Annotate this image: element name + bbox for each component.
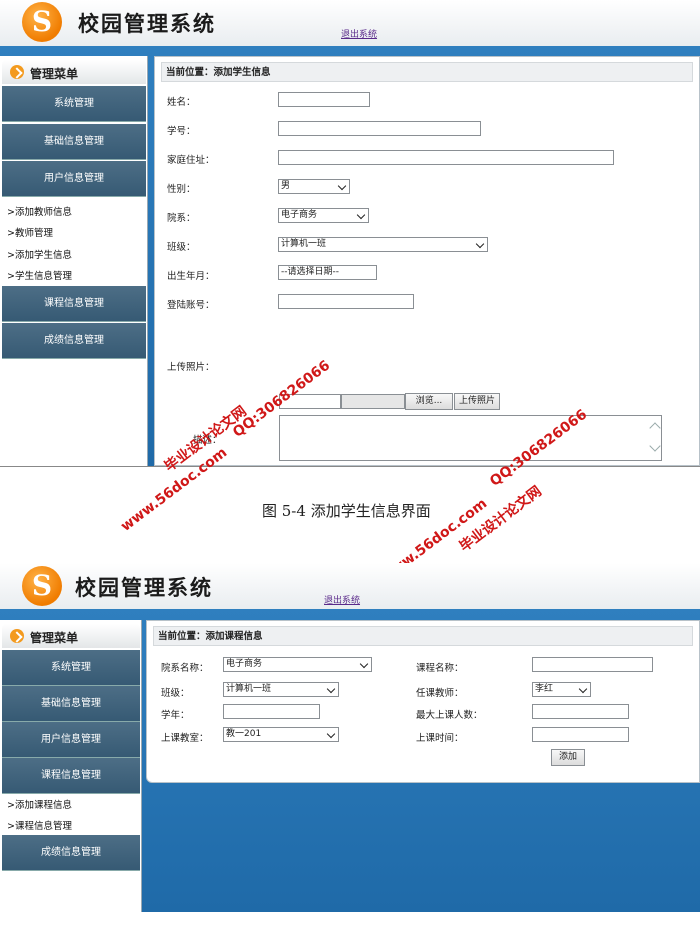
sublink-course-manage[interactable]: >课程信息管理 [7, 818, 72, 832]
sublink-add-teacher[interactable]: >添加教师信息 [7, 204, 72, 218]
teacher-label: 任课教师： [416, 688, 464, 699]
max-students-input[interactable] [532, 704, 629, 719]
sublink-teacher-manage[interactable]: >教师管理 [7, 225, 53, 239]
browse-button[interactable]: 浏览... [405, 393, 453, 410]
classroom-select[interactable]: 教一201 [223, 727, 339, 742]
classroom-label: 上课教室： [161, 733, 209, 744]
breadcrumb: 当前位置：添加课程信息 [153, 626, 693, 646]
department-label: 院系： [167, 213, 196, 224]
course-name-input[interactable] [532, 657, 653, 672]
logout-link[interactable]: 退出系统 [341, 27, 377, 40]
chevron-down-icon [337, 181, 347, 191]
menu-title: 管理菜单 [30, 67, 79, 81]
chevron-down-icon [359, 659, 369, 669]
nav-basic-info[interactable]: 基础信息管理 [2, 686, 140, 722]
birth-label: 出生年月： [167, 271, 215, 282]
file-path-track [341, 394, 405, 409]
department-value: 电子商务 [281, 210, 318, 220]
header-bar: S 校园管理系统 退出系统 [0, 563, 700, 609]
class-value: 计算机一班 [281, 239, 327, 249]
class-select[interactable]: 计算机一班 [278, 237, 488, 252]
add-button[interactable]: 添加 [551, 749, 585, 766]
upload-photo-button[interactable]: 上传照片 [454, 393, 500, 410]
nav-system[interactable]: 系统管理 [2, 650, 140, 686]
student-id-input[interactable] [278, 121, 481, 136]
nav-system[interactable]: 系统管理 [2, 86, 146, 122]
nav-score-info[interactable]: 成绩信息管理 [2, 835, 140, 871]
sublink-add-course[interactable]: >添加课程信息 [7, 797, 72, 811]
nav-score-info[interactable]: 成绩信息管理 [2, 323, 146, 359]
chevron-down-icon [356, 210, 366, 220]
app-logo-icon: S [22, 2, 62, 42]
description-textarea[interactable] [279, 415, 662, 461]
chevron-down-icon [326, 729, 336, 739]
scroll-up-icon[interactable] [649, 422, 661, 434]
scroll-down-icon[interactable] [649, 440, 661, 452]
department-label: 院系名称： [161, 663, 209, 674]
menu-header: 管理菜单 [2, 60, 146, 84]
logout-link[interactable]: 退出系统 [324, 593, 360, 606]
class-select[interactable]: 计算机一班 [223, 682, 339, 697]
screen-divider [0, 466, 700, 467]
figure-caption: 图 5-4 添加学生信息界面 [262, 502, 431, 520]
breadcrumb: 当前位置：添加学生信息 [161, 62, 693, 82]
chevron-down-icon [475, 239, 485, 249]
nav-user-info[interactable]: 用户信息管理 [2, 722, 140, 758]
class-time-label: 上课时间： [416, 733, 464, 744]
photo-label: 上传照片： [167, 362, 215, 373]
class-label: 班级： [167, 242, 196, 253]
gender-value: 男 [281, 181, 291, 191]
gender-select[interactable]: 男 [278, 179, 350, 194]
chevron-down-icon [326, 684, 336, 694]
school-year-label: 学年： [161, 710, 190, 721]
department-select[interactable]: 电子商务 [223, 657, 372, 672]
nav-course-info[interactable]: 课程信息管理 [2, 758, 140, 794]
app-logo-icon: S [22, 566, 62, 606]
nav-basic-info[interactable]: 基础信息管理 [2, 124, 146, 160]
name-label: 姓名： [167, 97, 196, 108]
school-year-input[interactable] [223, 704, 320, 719]
department-value: 电子商务 [226, 659, 263, 669]
account-label: 登陆账号： [167, 300, 215, 311]
teacher-select[interactable]: 李红 [532, 682, 591, 697]
gender-label: 性别： [167, 184, 196, 195]
app-title: 校园管理系统 [78, 12, 216, 36]
arrow-right-icon [10, 629, 24, 643]
sidebar: 管理菜单 系统管理 基础信息管理 用户信息管理 课程信息管理 >添加课程信息 >… [0, 620, 142, 912]
arrow-right-icon [10, 65, 24, 79]
address-label: 家庭住址： [167, 155, 215, 166]
nav-course-info[interactable]: 课程信息管理 [2, 286, 146, 322]
department-select[interactable]: 电子商务 [278, 208, 369, 223]
header-bar: S 校园管理系统 退出系统 [0, 0, 700, 46]
menu-title: 管理菜单 [30, 631, 79, 645]
sublink-student-manage[interactable]: >学生信息管理 [7, 268, 72, 282]
address-input[interactable] [278, 150, 614, 165]
add-course-form: 当前位置：添加课程信息 院系名称： 电子商务 课程名称： 班级： 计算机一班 任… [146, 620, 700, 783]
class-label: 班级： [161, 688, 190, 699]
class-time-input[interactable] [532, 727, 629, 742]
nav-user-info[interactable]: 用户信息管理 [2, 161, 146, 197]
name-input[interactable] [278, 92, 370, 107]
course-name-label: 课程名称： [416, 663, 464, 674]
account-input[interactable] [278, 294, 414, 309]
app-title: 校园管理系统 [75, 576, 213, 600]
menu-header: 管理菜单 [2, 624, 140, 648]
student-id-label: 学号： [167, 126, 196, 137]
sidebar: 管理菜单 系统管理 基础信息管理 用户信息管理 >添加教师信息 >教师管理 >添… [0, 56, 148, 466]
sublink-add-student[interactable]: >添加学生信息 [7, 247, 72, 261]
teacher-value: 李红 [535, 684, 554, 694]
max-students-label: 最大上课人数： [416, 710, 483, 721]
class-value: 计算机一班 [226, 684, 272, 694]
classroom-value: 教一201 [226, 729, 262, 739]
chevron-down-icon [578, 684, 588, 694]
birth-date-input[interactable]: --请选择日期-- [278, 265, 377, 280]
